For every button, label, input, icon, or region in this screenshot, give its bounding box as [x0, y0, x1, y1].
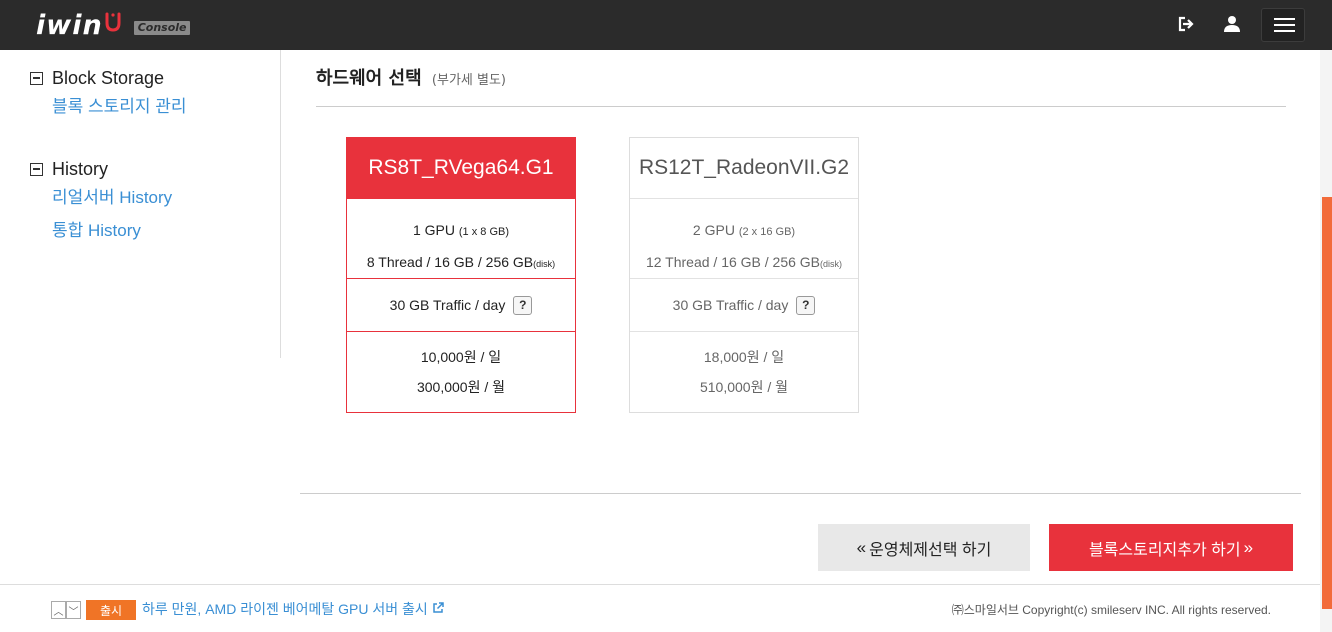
footer: ︿ ﹀ 출시 하루 만원, AMD 라이젠 베어메탈 GPU 서버 출시 ㈜스마… [0, 584, 1320, 632]
chevron-down-icon[interactable]: ﹀ [66, 601, 81, 619]
card-price: 18,000원 / 일 510,000원 / 월 [630, 332, 858, 402]
spec-line: 8 Thread / 16 GB / 256 GB [366, 254, 534, 270]
console-badge: Console [133, 21, 191, 35]
hamburger-menu-button[interactable] [1261, 8, 1305, 42]
hamburger-line [1274, 24, 1295, 26]
traffic-text: 30 GB Traffic / day [389, 297, 506, 313]
external-link-icon [432, 601, 444, 617]
card-price: 10,000원 / 일 300,000원 / 월 [347, 332, 575, 402]
section-title: 하드웨어 선택 (부가세 별도) [316, 64, 506, 90]
back-to-os-button[interactable]: « 운영체제선택 하기 [818, 524, 1030, 571]
scrollbar-thumb[interactable] [1322, 197, 1332, 609]
card-specs: 2 GPU (2 x 16 GB) 12 Thread / 16 GB / 25… [630, 199, 858, 279]
gpu-count: 1 GPU [412, 222, 459, 238]
logo-text: iwin [36, 9, 103, 41]
hardware-card-rs8t[interactable]: RS8T_RVega64.G1 1 GPU (1 x 8 GB) 8 Threa… [346, 137, 576, 413]
sidebar-item-block-storage-manage[interactable]: 블록 스토리지 관리 [52, 90, 187, 123]
news-nav: ︿ ﹀ [51, 601, 81, 619]
sidebar-item-realserver-history[interactable]: 리얼서버 History [52, 181, 172, 214]
hamburger-line [1274, 30, 1295, 32]
news-text: 하루 만원, AMD 라이젠 베어메탈 GPU 서버 출시 [142, 601, 428, 617]
system-spec: 8 Thread / 16 GB / 256 GB(disk) [347, 247, 575, 279]
news-badge: 출시 [86, 600, 136, 620]
double-chevron-left-icon: « [856, 537, 867, 557]
hamburger-line [1274, 18, 1295, 20]
price-month: 300,000원 / 월 [416, 379, 506, 395]
card-specs: 1 GPU (1 x 8 GB) 8 Thread / 16 GB / 256 … [347, 199, 575, 279]
sidebar: Block Storage 블록 스토리지 관리 History 리얼서버 Hi… [0, 50, 281, 358]
logo[interactable]: iwin Console [36, 8, 191, 42]
section-title-text: 하드웨어 선택 [316, 68, 422, 89]
next-button-label: 블록스토리지추가 하기 [1088, 541, 1241, 559]
logout-icon[interactable] [1176, 14, 1198, 36]
add-block-storage-button[interactable]: 블록스토리지추가 하기 » [1049, 524, 1293, 571]
double-chevron-right-icon: » [1243, 537, 1254, 557]
card-title: RS8T_RVega64.G1 [347, 138, 575, 199]
spec-detail: (disk) [533, 259, 556, 269]
divider [316, 106, 1286, 107]
smile-logo-icon [104, 11, 122, 33]
divider [300, 493, 1301, 494]
gpu-detail: (1 x 8 GB) [458, 226, 510, 238]
spec-detail: (disk) [820, 259, 843, 269]
sidebar-group-header[interactable]: Block Storage [30, 66, 187, 90]
top-navigation-bar: iwin Console [0, 0, 1332, 50]
help-icon[interactable]: ? [796, 295, 816, 315]
collapse-icon[interactable] [30, 71, 43, 85]
section-subtitle: (부가세 별도) [431, 73, 506, 88]
sidebar-item-total-history[interactable]: 통합 History [52, 214, 172, 247]
collapse-icon[interactable] [30, 162, 43, 176]
sidebar-group-title: Block Storage [52, 67, 165, 88]
sidebar-group-header[interactable]: History [30, 157, 172, 181]
back-button-label: 운영체제선택 하기 [869, 541, 992, 559]
spec-line: 12 Thread / 16 GB / 256 GB [645, 254, 821, 270]
sidebar-group-title: History [52, 158, 109, 179]
help-icon[interactable]: ? [513, 295, 533, 315]
card-traffic: 30 GB Traffic / day ? [347, 279, 575, 332]
copyright: ㈜스마일서브 Copyright(c) smileserv INC. All r… [951, 603, 1271, 617]
gpu-count: 2 GPU [692, 222, 739, 238]
user-icon[interactable] [1222, 14, 1244, 36]
gpu-spec: 1 GPU (1 x 8 GB) [347, 215, 575, 247]
sidebar-group-block-storage: Block Storage 블록 스토리지 관리 [30, 66, 187, 123]
chevron-up-icon[interactable]: ︿ [51, 601, 66, 619]
system-spec: 12 Thread / 16 GB / 256 GB(disk) [630, 247, 858, 279]
card-title: RS12T_RadeonVII.G2 [630, 138, 858, 199]
gpu-spec: 2 GPU (2 x 16 GB) [630, 215, 858, 247]
news-link[interactable]: 하루 만원, AMD 라이젠 베어메탈 GPU 서버 출시 [142, 599, 444, 619]
card-traffic: 30 GB Traffic / day ? [630, 279, 858, 332]
hardware-card-rs12t[interactable]: RS12T_RadeonVII.G2 2 GPU (2 x 16 GB) 12 … [629, 137, 859, 413]
traffic-text: 30 GB Traffic / day [672, 297, 789, 313]
price-day: 18,000원 / 일 [703, 349, 785, 365]
sidebar-group-history: History 리얼서버 History 통합 History [30, 157, 172, 247]
price-month: 510,000원 / 월 [699, 379, 789, 395]
gpu-detail: (2 x 16 GB) [738, 226, 796, 238]
price-day: 10,000원 / 일 [420, 349, 502, 365]
